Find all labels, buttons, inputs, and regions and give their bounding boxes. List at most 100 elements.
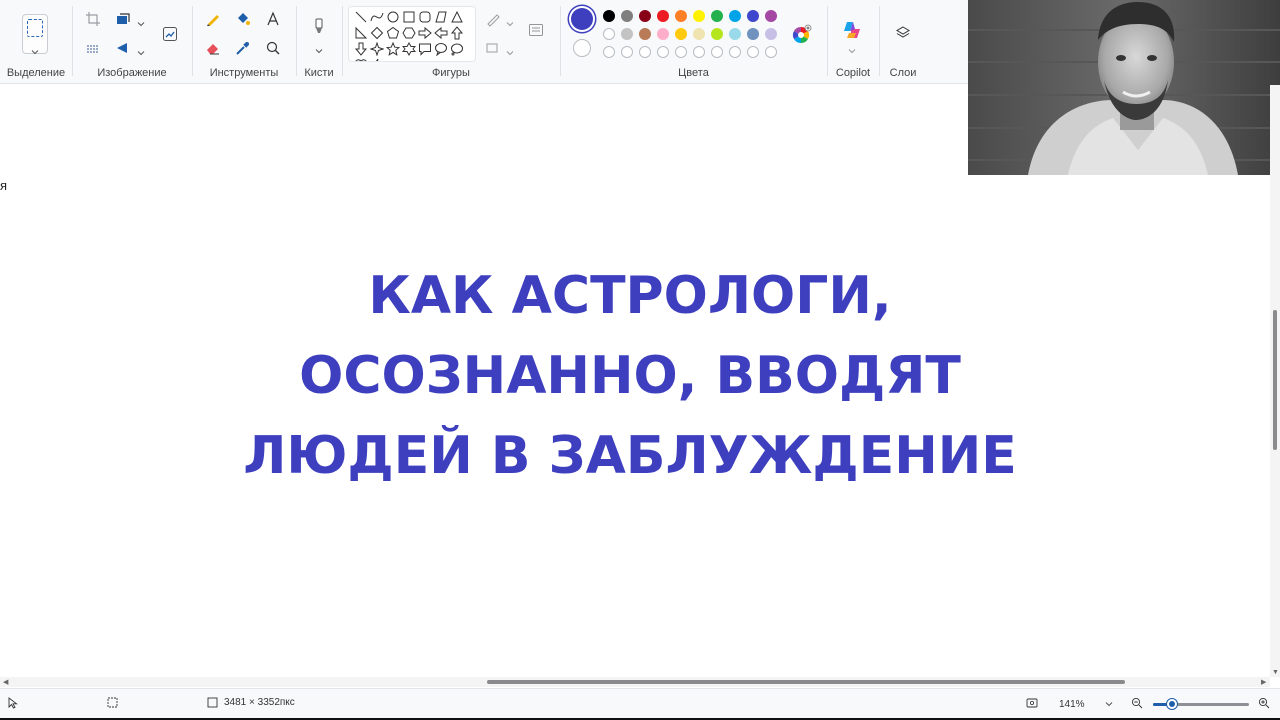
color-swatch[interactable] [603, 10, 615, 22]
triangle-shape-icon[interactable] [450, 10, 464, 24]
custom-color-slot[interactable] [729, 46, 741, 58]
chevron-down-icon[interactable] [137, 44, 145, 56]
active-color-swatch[interactable] [571, 8, 593, 30]
outline-icon[interactable] [483, 9, 503, 29]
eraser-icon[interactable] [203, 38, 223, 58]
scroll-down-arrow-icon[interactable]: ▼ [1272, 669, 1279, 676]
horizontal-scrollbar[interactable]: ◀ ▶ [0, 677, 1270, 687]
oval-callout-shape-icon[interactable] [434, 42, 448, 57]
layers-icon[interactable] [893, 23, 913, 43]
zoom-in-icon[interactable] [1258, 697, 1270, 709]
copilot-group-label: Copilot [835, 67, 871, 79]
color-swatch[interactable] [693, 10, 705, 22]
rectangular-callout-shape-icon[interactable] [418, 42, 432, 56]
image-select-icon[interactable] [160, 24, 180, 44]
custom-color-slot[interactable] [657, 46, 669, 58]
secondary-color-swatch[interactable] [573, 39, 591, 57]
canvas-size-icon [207, 697, 218, 708]
color-swatch[interactable] [693, 28, 705, 40]
left-arrow-shape-icon[interactable] [434, 26, 448, 40]
color-swatch[interactable] [711, 28, 723, 40]
color-swatch[interactable] [711, 10, 723, 22]
right-arrow-shape-icon[interactable] [418, 26, 432, 40]
color-swatch[interactable] [729, 10, 741, 22]
polygon-shape-icon[interactable] [434, 10, 448, 24]
selection-button[interactable] [22, 14, 48, 55]
zoom-slider-knob[interactable] [1167, 699, 1178, 709]
color-swatch[interactable] [765, 28, 777, 40]
chevron-down-icon[interactable] [315, 42, 323, 54]
canvas-headline: КАК АСТРОЛОГИ, ОСОЗНАННО, ВВОДЯТ ЛЮДЕЙ В… [200, 256, 1060, 496]
diamond-shape-icon[interactable] [370, 26, 384, 40]
cursor-position-icon [8, 697, 18, 709]
color-swatch[interactable] [675, 28, 687, 40]
color-swatch[interactable] [621, 28, 633, 40]
custom-color-slot[interactable] [747, 46, 759, 58]
cloud-callout-shape-icon[interactable] [450, 42, 464, 56]
color-swatch[interactable] [639, 10, 651, 22]
four-point-star-shape-icon[interactable] [369, 41, 385, 57]
resize-icon[interactable] [113, 9, 133, 29]
right-triangle-shape-icon[interactable] [354, 26, 368, 40]
pentagon-shape-icon[interactable] [386, 26, 400, 40]
chevron-down-icon [31, 43, 39, 55]
background-remove-icon[interactable] [83, 38, 103, 58]
custom-color-slot[interactable] [693, 46, 705, 58]
color-swatch[interactable] [657, 28, 669, 40]
hexagon-shape-icon[interactable] [402, 26, 416, 40]
rectangle-shape-icon[interactable] [402, 10, 416, 24]
color-swatch[interactable] [747, 28, 759, 40]
chevron-down-icon[interactable] [848, 42, 856, 54]
heart-shape-icon[interactable] [354, 58, 368, 61]
custom-color-slot[interactable] [711, 46, 723, 58]
custom-color-slot[interactable] [639, 46, 651, 58]
chevron-down-icon[interactable] [506, 15, 514, 27]
vertical-scrollbar[interactable]: ▼ [1270, 85, 1280, 677]
lightning-shape-icon[interactable] [370, 58, 384, 61]
color-swatch[interactable] [621, 10, 633, 22]
chevron-down-icon[interactable] [506, 44, 514, 56]
pencil-icon[interactable] [203, 9, 223, 29]
custom-color-slot[interactable] [675, 46, 687, 58]
edit-colors-icon[interactable] [791, 24, 813, 46]
color-swatch[interactable] [639, 28, 651, 40]
color-picker-icon[interactable] [233, 38, 253, 58]
zoom-out-icon[interactable] [1131, 697, 1143, 709]
color-swatch[interactable] [603, 28, 615, 40]
color-swatch[interactable] [747, 10, 759, 22]
headline-line: ОСОЗНАННО, ВВОДЯТ [299, 346, 961, 406]
custom-color-slot[interactable] [621, 46, 633, 58]
vertical-scroll-thumb[interactable] [1273, 310, 1277, 450]
magnifier-icon[interactable] [263, 38, 283, 58]
color-swatch[interactable] [675, 10, 687, 22]
oval-shape-icon[interactable] [386, 10, 400, 24]
horizontal-scroll-thumb[interactable] [487, 680, 1125, 684]
color-swatch[interactable] [765, 10, 777, 22]
zoom-slider[interactable] [1153, 699, 1249, 709]
shape-style-icon[interactable] [526, 20, 546, 40]
up-arrow-shape-icon[interactable] [450, 26, 464, 40]
color-swatch[interactable] [729, 28, 741, 40]
line-shape-icon[interactable] [354, 10, 368, 24]
custom-color-slot[interactable] [765, 46, 777, 58]
color-swatch[interactable] [657, 10, 669, 22]
scroll-left-arrow-icon[interactable]: ◀ [3, 678, 8, 686]
custom-color-slot[interactable] [603, 46, 615, 58]
zoom-level-dropdown[interactable]: 141% [1050, 693, 1114, 715]
brush-icon[interactable] [309, 16, 329, 36]
chevron-down-icon[interactable] [137, 15, 145, 27]
fill-bucket-icon[interactable] [233, 9, 253, 29]
text-icon[interactable] [263, 9, 283, 29]
crop-icon[interactable] [83, 9, 103, 29]
copilot-icon[interactable] [841, 19, 863, 41]
shape-fill-icon[interactable] [483, 38, 503, 58]
scroll-right-arrow-icon[interactable]: ▶ [1261, 678, 1266, 686]
five-point-star-shape-icon[interactable] [385, 41, 401, 56]
rounded-rectangle-shape-icon[interactable] [418, 10, 432, 24]
curve-shape-icon[interactable] [370, 10, 384, 24]
down-arrow-shape-icon[interactable] [354, 42, 368, 56]
fit-to-window-icon[interactable] [1026, 697, 1038, 709]
six-point-star-shape-icon[interactable] [401, 41, 417, 57]
flip-icon[interactable] [113, 38, 133, 58]
selection-group: Выделение [0, 0, 72, 84]
